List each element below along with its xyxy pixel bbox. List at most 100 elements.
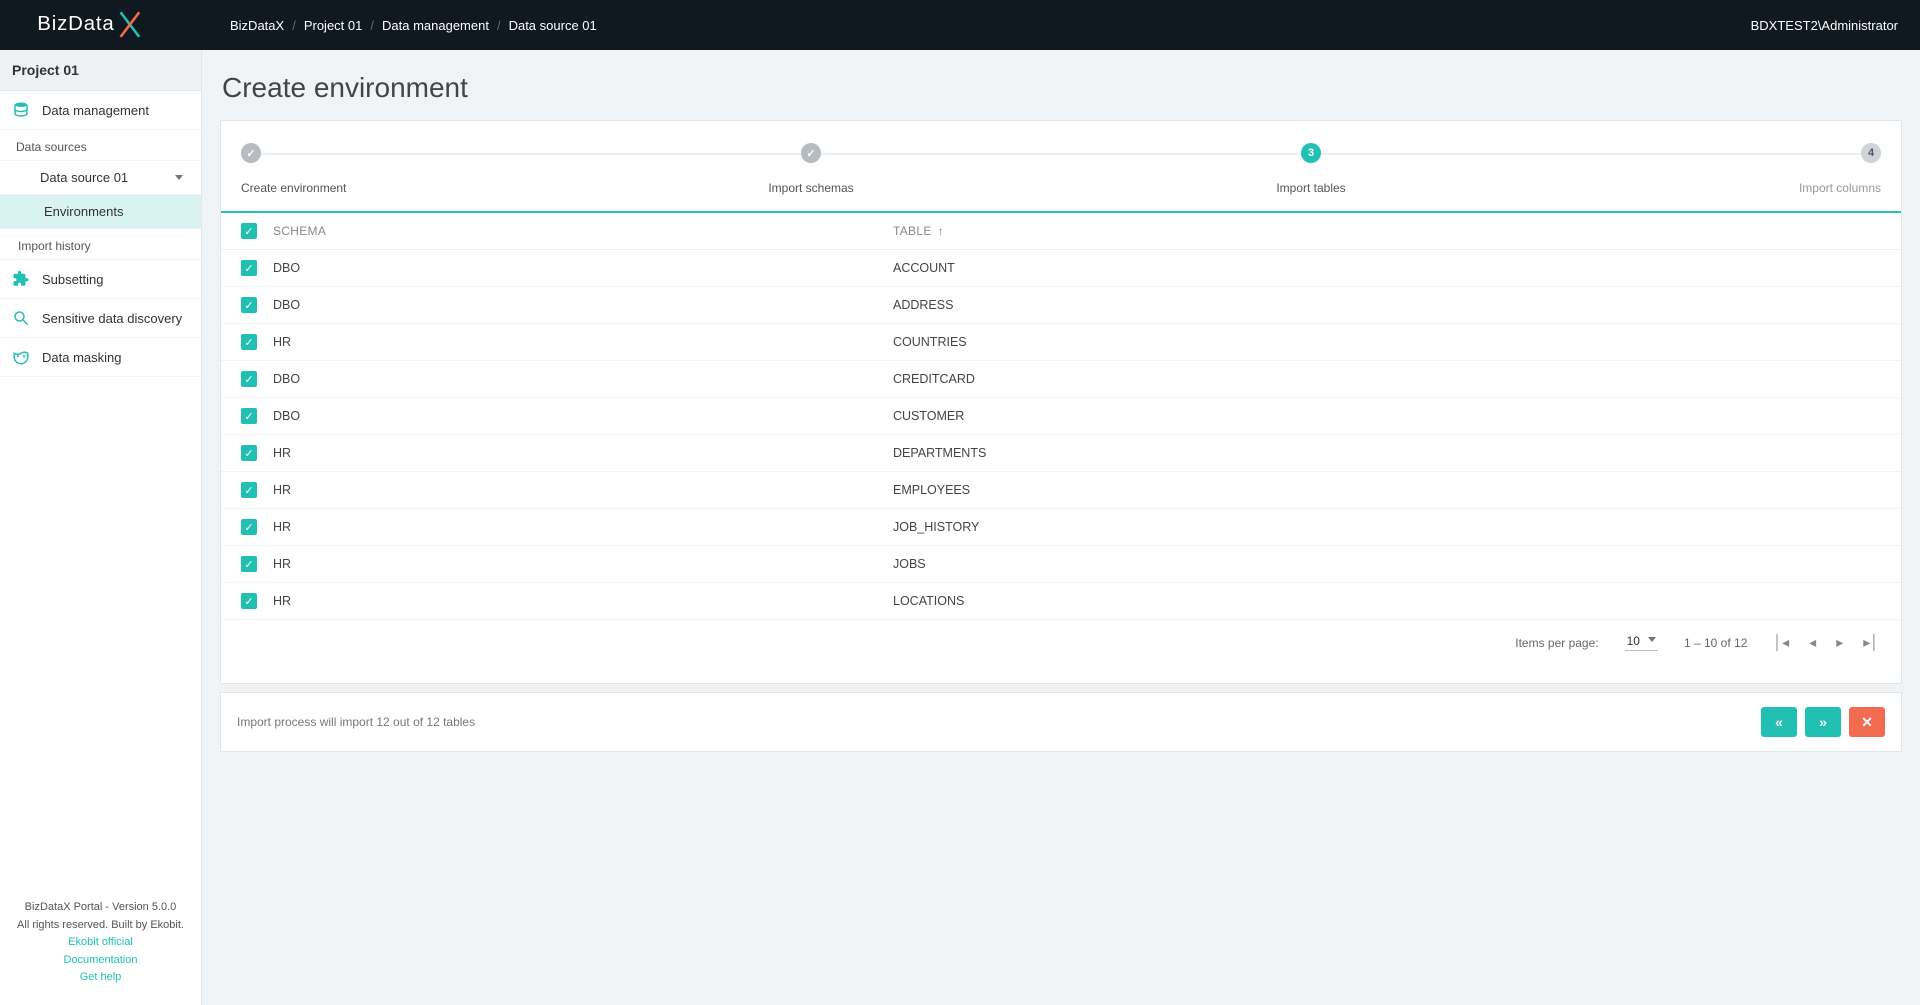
cell-schema: HR — [273, 483, 893, 497]
close-icon: ✕ — [1861, 714, 1873, 731]
table-row[interactable]: ✓ DBOCUSTOMER — [221, 398, 1901, 435]
step-import-schemas[interactable]: ✓ Import schemas — [741, 131, 881, 195]
sidebar-item-data-management[interactable]: Data management — [0, 91, 201, 130]
sidebar-item-data-masking[interactable]: Data masking — [0, 338, 201, 377]
cell-schema: DBO — [273, 298, 893, 312]
table-row[interactable]: ✓ HRJOBS — [221, 546, 1901, 583]
sidebar-section-data-sources: Data sources — [0, 130, 201, 161]
check-icon: ✓ — [801, 143, 821, 163]
database-icon — [12, 101, 30, 119]
app-logo[interactable]: BizData — [0, 0, 202, 50]
breadcrumb-item[interactable]: Project 01 — [304, 18, 363, 33]
breadcrumb-item[interactable]: Data source 01 — [509, 18, 597, 33]
first-page-button[interactable]: │◂ — [1773, 634, 1789, 651]
row-checkbox[interactable]: ✓ — [241, 556, 257, 572]
footer-link-help[interactable]: Get help — [8, 969, 193, 987]
column-header-schema[interactable]: SCHEMA — [273, 224, 893, 238]
sidebar-item-subsetting[interactable]: Subsetting — [0, 260, 201, 299]
wizard-next-button[interactable]: » — [1805, 707, 1841, 737]
cell-table: ADDRESS — [893, 298, 953, 312]
breadcrumb: BizDataX / Project 01 / Data management … — [202, 18, 1751, 33]
footer-rights: All rights reserved. Built by Ekobit. — [8, 917, 193, 935]
prev-page-button[interactable]: ◂ — [1809, 634, 1816, 651]
cell-table: JOB_HISTORY — [893, 520, 979, 534]
page-title: Create environment — [222, 72, 1902, 104]
cell-table: JOBS — [893, 557, 926, 571]
table-row[interactable]: ✓ HREMPLOYEES — [221, 472, 1901, 509]
sidebar-item-sensitive-discovery[interactable]: Sensitive data discovery — [0, 299, 201, 338]
next-page-button[interactable]: ▸ — [1836, 634, 1843, 651]
table-row[interactable]: ✓ DBOADDRESS — [221, 287, 1901, 324]
items-per-page-select[interactable]: 10 — [1625, 634, 1658, 651]
step-create-environment[interactable]: ✓ Create environment — [241, 131, 381, 195]
cell-table: ACCOUNT — [893, 261, 955, 275]
last-page-button[interactable]: ▸│ — [1863, 634, 1879, 651]
row-checkbox[interactable]: ✓ — [241, 519, 257, 535]
project-title: Project 01 — [0, 50, 201, 91]
row-checkbox[interactable]: ✓ — [241, 445, 257, 461]
cell-table: COUNTRIES — [893, 335, 967, 349]
cell-table: LOCATIONS — [893, 594, 964, 608]
row-checkbox[interactable]: ✓ — [241, 482, 257, 498]
wizard-cancel-button[interactable]: ✕ — [1849, 707, 1885, 737]
cell-schema: HR — [273, 557, 893, 571]
row-checkbox[interactable]: ✓ — [241, 593, 257, 609]
main-content: Create environment ✓ Create environment … — [202, 50, 1920, 1005]
wizard-footer: Import process will import 12 out of 12 … — [220, 692, 1902, 752]
cell-schema: DBO — [273, 409, 893, 423]
wizard-card: ✓ Create environment ✓ Import schemas 3 … — [220, 120, 1902, 684]
column-header-table[interactable]: TABLE ↑ — [893, 224, 944, 238]
row-checkbox[interactable]: ✓ — [241, 371, 257, 387]
table-row[interactable]: ✓ DBOACCOUNT — [221, 250, 1901, 287]
sidebar-item-data-source[interactable]: Data source 01 — [0, 161, 201, 195]
items-per-page-label: Items per page: — [1515, 636, 1598, 650]
cell-schema: HR — [273, 446, 893, 460]
page-range: 1 – 10 of 12 — [1684, 636, 1747, 650]
row-checkbox[interactable]: ✓ — [241, 408, 257, 424]
sidebar-item-environments[interactable]: Environments — [0, 195, 201, 229]
table-row[interactable]: ✓HRLOCATIONS — [221, 583, 1901, 620]
sidebar-item-import-history[interactable]: Import history — [0, 229, 201, 260]
sidebar-item-label: Data management — [42, 103, 149, 118]
table-header: ✓ SCHEMA TABLE ↑ — [221, 213, 1901, 250]
cell-schema: DBO — [273, 261, 893, 275]
check-icon: ✓ — [241, 143, 261, 163]
step-import-tables[interactable]: 3 Import tables — [1241, 131, 1381, 195]
cell-table: EMPLOYEES — [893, 483, 970, 497]
step-import-columns[interactable]: 4 Import columns — [1741, 131, 1881, 195]
breadcrumb-item[interactable]: Data management — [382, 18, 489, 33]
table-row[interactable]: ✓HRDEPARTMENTS — [221, 435, 1901, 472]
row-checkbox[interactable]: ✓ — [241, 334, 257, 350]
sidebar-item-label: Data masking — [42, 350, 121, 365]
cell-table: CUSTOMER — [893, 409, 964, 423]
paginator: Items per page: 10 1 – 10 of 12 │◂ ◂ ▸ ▸… — [221, 620, 1901, 665]
select-value: 10 — [1627, 634, 1640, 648]
user-label[interactable]: BDXTEST2\Administrator — [1751, 18, 1920, 33]
breadcrumb-sep: / — [370, 18, 374, 33]
footer-version: BizDataX Portal - Version 5.0.0 — [8, 899, 193, 917]
cell-schema: HR — [273, 520, 893, 534]
puzzle-icon — [12, 270, 30, 288]
row-checkbox[interactable]: ✓ — [241, 297, 257, 313]
wizard-prev-button[interactable]: « — [1761, 707, 1797, 737]
cell-table: CREDITCARD — [893, 372, 975, 386]
step-label: Create environment — [241, 181, 346, 195]
table-row[interactable]: ✓ HRJOB_HISTORY — [221, 509, 1901, 546]
footer-link-docs[interactable]: Documentation — [8, 952, 193, 970]
step-label: Import tables — [1276, 181, 1345, 195]
chevrons-left-icon: « — [1775, 714, 1783, 730]
table-row[interactable]: ✓HRCOUNTRIES — [221, 324, 1901, 361]
row-checkbox[interactable]: ✓ — [241, 260, 257, 276]
table-row[interactable]: ✓DBOCREDITCARD — [221, 361, 1901, 398]
breadcrumb-sep: / — [497, 18, 501, 33]
search-icon — [12, 309, 30, 327]
breadcrumb-sep: / — [292, 18, 296, 33]
chevron-down-icon — [1648, 637, 1656, 642]
footer-link-ekobit[interactable]: Ekobit official — [8, 934, 193, 952]
breadcrumb-item[interactable]: BizDataX — [230, 18, 284, 33]
sidebar-item-label: Data source 01 — [40, 170, 128, 185]
sidebar-footer: BizDataX Portal - Version 5.0.0 All righ… — [0, 887, 201, 1005]
select-all-checkbox[interactable]: ✓ — [241, 223, 257, 239]
column-header-label: TABLE — [893, 224, 932, 238]
chevron-down-icon — [175, 175, 183, 180]
